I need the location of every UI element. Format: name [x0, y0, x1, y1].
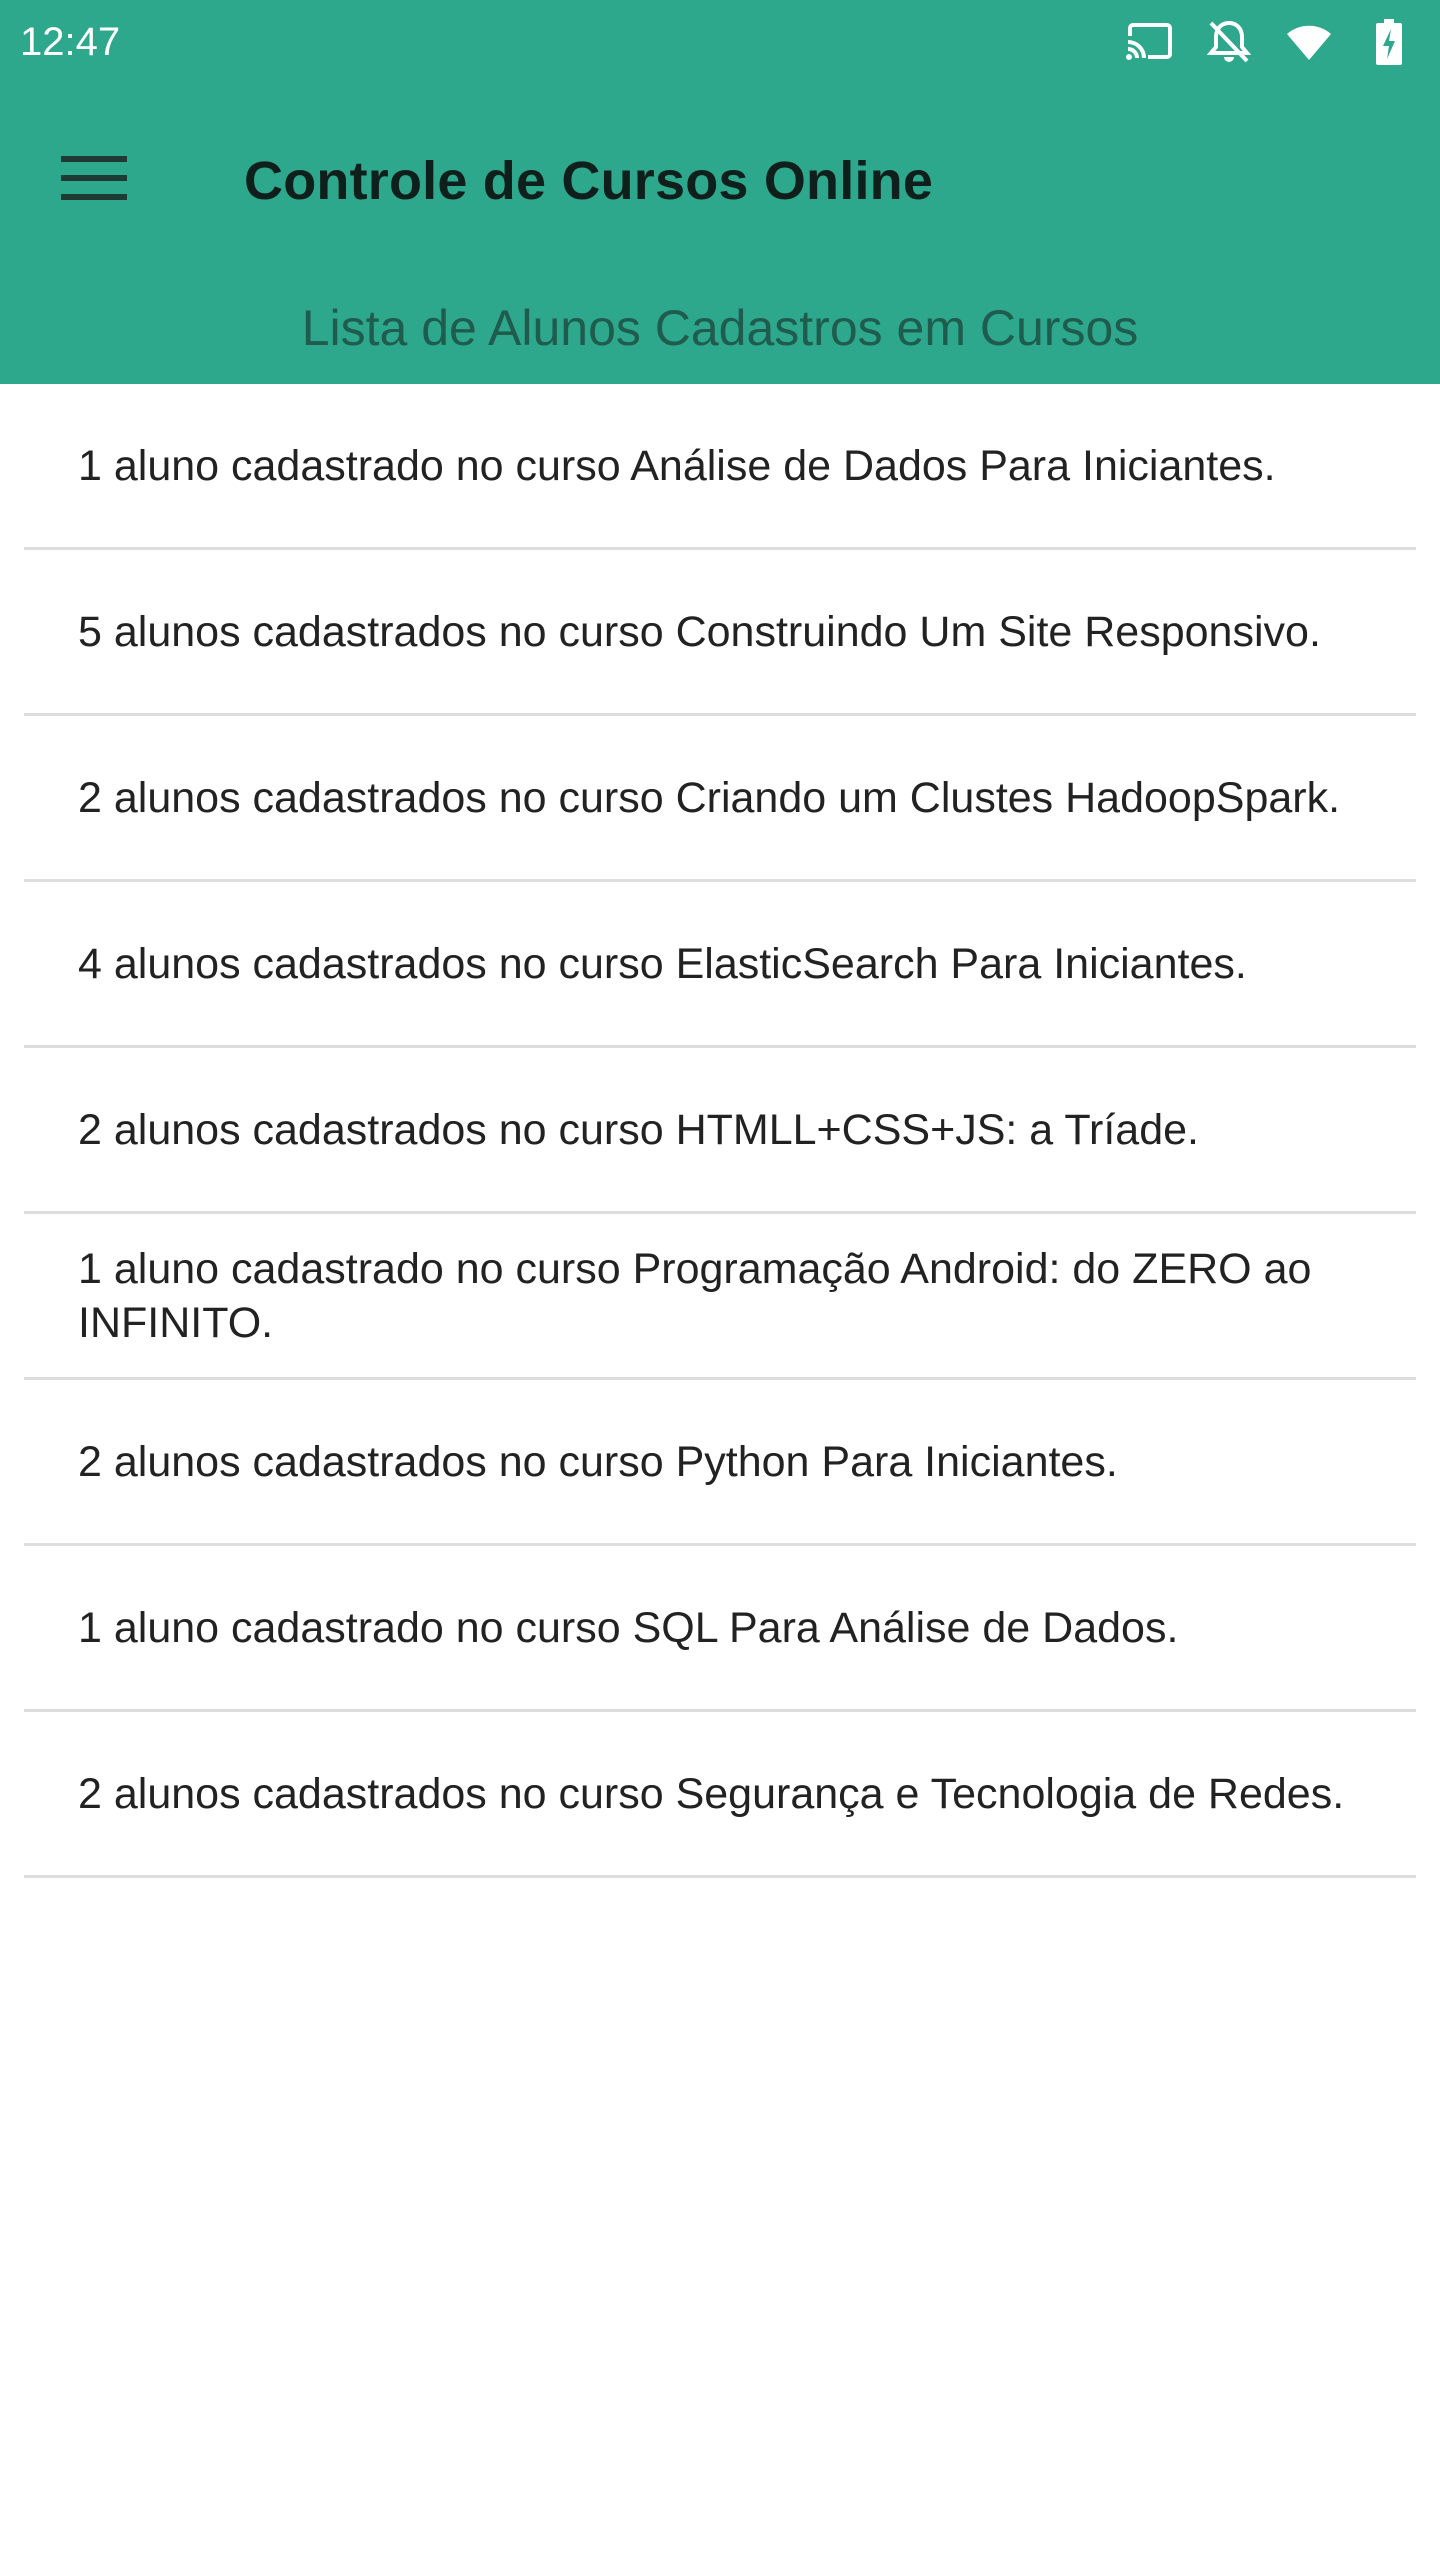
list-item-text: 1 aluno cadastrado no curso Análise de D…	[78, 441, 1276, 490]
battery-charging-icon	[1364, 18, 1414, 66]
page-subtitle: Lista de Alunos Cadastros em Cursos	[301, 300, 1139, 356]
list-item[interactable]: 2 alunos cadastrados no curso Python Par…	[24, 1380, 1416, 1546]
notifications-off-icon	[1204, 18, 1254, 66]
menu-button[interactable]	[44, 130, 144, 230]
menu-icon	[61, 154, 127, 207]
status-time: 12:47	[20, 20, 121, 64]
list-item[interactable]: 1 aluno cadastrado no curso Análise de D…	[24, 384, 1416, 550]
status-icons	[1094, 18, 1414, 66]
list-item[interactable]: 5 alunos cadastrados no curso Construind…	[24, 550, 1416, 716]
list-item[interactable]: 2 alunos cadastrados no curso HTMLL+CSS+…	[24, 1048, 1416, 1214]
list-item-text: 2 alunos cadastrados no curso Criando um…	[78, 773, 1341, 822]
list-item-text: 4 alunos cadastrados no curso ElasticSea…	[78, 939, 1247, 988]
course-list: 1 aluno cadastrado no curso Análise de D…	[24, 384, 1416, 1878]
list-item-text: 1 aluno cadastrado no curso SQL Para Aná…	[78, 1603, 1179, 1652]
list-item-text: 1 aluno cadastrado no curso Programação …	[78, 1244, 1312, 1347]
list-item[interactable]: 4 alunos cadastrados no curso ElasticSea…	[24, 882, 1416, 1048]
list-item-text: 2 alunos cadastrados no curso HTMLL+CSS+…	[78, 1105, 1199, 1154]
list-item-text: 2 alunos cadastrados no curso Python Par…	[78, 1437, 1118, 1486]
app-header: 12:47 Controle de Cursos Online Lista de…	[0, 0, 1440, 384]
list-item-text: 2 alunos cadastrados no curso Segurança …	[78, 1769, 1345, 1818]
list-item[interactable]: 1 aluno cadastrado no curso SQL Para Aná…	[24, 1546, 1416, 1712]
list-item-text: 5 alunos cadastrados no curso Construind…	[78, 607, 1321, 656]
list-item[interactable]: 1 aluno cadastrado no curso Programação …	[24, 1214, 1416, 1380]
cast-icon	[1124, 18, 1174, 66]
wifi-icon	[1284, 18, 1334, 66]
list-item[interactable]: 2 alunos cadastrados no curso Criando um…	[24, 716, 1416, 882]
list-item[interactable]: 2 alunos cadastrados no curso Segurança …	[24, 1712, 1416, 1878]
app-title: Controle de Cursos Online	[244, 151, 934, 211]
status-bar: 12:47	[0, 0, 1440, 84]
